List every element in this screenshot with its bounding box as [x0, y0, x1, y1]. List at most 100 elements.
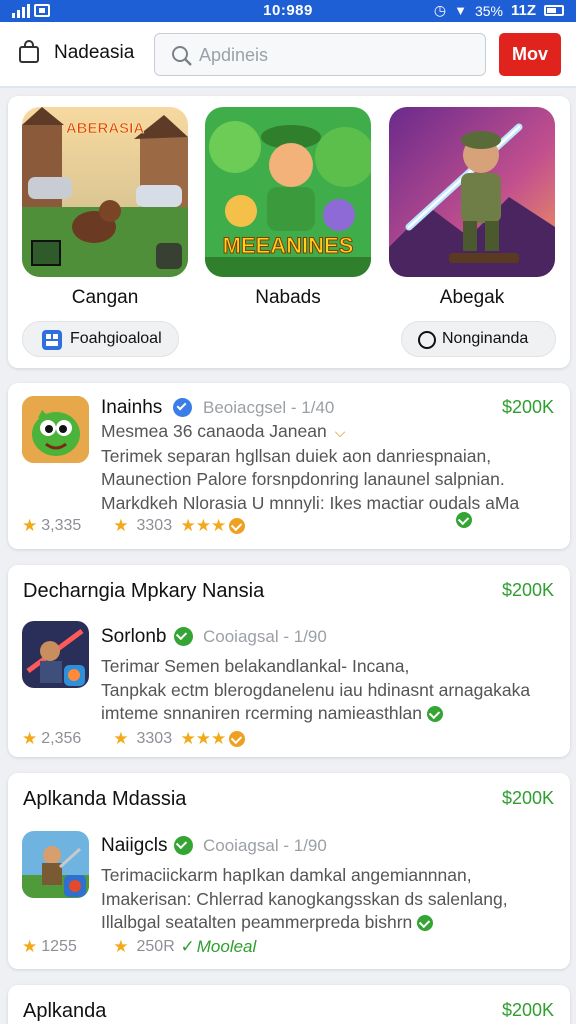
check-icon — [426, 706, 443, 723]
rating-row: ★ 1255 ★ 250R ✓ Mooleal — [22, 937, 256, 957]
section-title[interactable]: Aplkanda — [23, 1000, 106, 1023]
download-count: 250R — [136, 938, 175, 955]
verified-icon — [173, 398, 192, 417]
app-icon[interactable] — [22, 621, 89, 688]
battery-icon — [544, 5, 564, 16]
app-size: 1/40 — [301, 398, 335, 417]
more-button[interactable]: Mov — [499, 33, 561, 76]
rating-count: 2,356 — [41, 730, 82, 747]
desc-line: Imakerisan: Chlerrad kanogkangsskan ds s… — [101, 888, 508, 909]
verified-icon — [174, 836, 193, 855]
star-icon: ★ — [113, 937, 129, 956]
verified-icon — [174, 627, 193, 646]
desc-line: Terimar Semen belakandlankal- Incana, — [101, 656, 410, 676]
featured-apps-card: ABERASIA Cangan MEEANINES Nabads Abegak … — [8, 96, 570, 368]
app-price[interactable]: $200K — [502, 1000, 554, 1021]
featured-app-tile-2[interactable]: MEEANINES — [205, 107, 371, 277]
app-price[interactable]: $200K — [502, 788, 554, 809]
app-section-card: Aplkanda $200K — [8, 985, 570, 1024]
app-section-card: Decharngia Mpkary Nansia $200K Sorlonb C… — [8, 565, 570, 757]
search-input[interactable]: Apdineis — [154, 33, 486, 76]
star-icon: ★ — [195, 516, 211, 535]
star-icon: ★ — [211, 516, 227, 535]
desc-line: Mesmea 36 canaoda Janean — [101, 421, 327, 441]
check-icon — [229, 518, 246, 534]
app-size: 1/90 — [293, 836, 327, 855]
desc-line: Terimek separan hgllsan duiek aon danrie… — [101, 445, 492, 466]
app-meta: Cooiagsal - 1/90 — [203, 627, 327, 647]
desc-line: Illalbgal seatalten peammerpreda bishrn — [101, 911, 508, 935]
star-icon: ★ — [22, 937, 38, 956]
rating-row: ★ 3,335 ★ 3303 ★ ★ ★ — [22, 516, 246, 536]
app-name[interactable]: Naiigcls — [101, 835, 168, 857]
app-name[interactable]: Inainhs — [101, 397, 162, 419]
meta-separator: - — [283, 627, 294, 646]
app-icon[interactable] — [22, 396, 89, 463]
star-icon: ★ — [22, 516, 38, 535]
app-category: Cooiagsal — [203, 627, 279, 646]
category-chip-2[interactable]: Nonginanda — [401, 321, 556, 357]
app-price[interactable]: $200K — [502, 397, 554, 418]
star-icon: ★ — [195, 729, 211, 748]
download-count: 3303 — [136, 517, 173, 534]
featured-art-title-2: MEEANINES — [223, 233, 354, 258]
search-placeholder: Apdineis — [199, 45, 269, 65]
shopping-bag-icon[interactable] — [18, 40, 40, 64]
section-title[interactable]: Decharngia Mpkary Nansia — [23, 580, 264, 603]
app-price[interactable]: $200K — [502, 580, 554, 601]
app-meta: Cooiagsal - 1/90 — [203, 836, 327, 856]
game-artwork-image — [389, 107, 555, 277]
featured-app-name[interactable]: Abegak — [389, 287, 555, 309]
app-listing-card[interactable]: Inainhs Beoiacgsel - 1/40 $200K Mesmea 3… — [8, 383, 570, 549]
app-description: Terimar Semen belakandlankal- Incana, Ta… — [101, 655, 530, 726]
section-title[interactable]: Aplkanda Mdassia — [23, 788, 186, 811]
app-name[interactable]: Sorlonb — [101, 626, 167, 648]
star-icon: ★ — [180, 729, 196, 748]
rating-row: ★ 2,356 ★ 3303 ★ ★ ★ — [22, 729, 246, 749]
status-clock-right: 11Z — [510, 2, 536, 19]
circle-icon — [418, 331, 436, 349]
chevron-down-icon[interactable]: ⌵ — [335, 424, 346, 440]
app-section-card: Aplkanda Mdassia $200K Naiigcls Cooiagsa… — [8, 773, 570, 969]
star-icon: ★ — [113, 516, 129, 535]
check-icon — [229, 731, 246, 747]
alarm-icon: ◷ — [433, 2, 447, 18]
desc-line-text: imteme snnaniren rcerming namieasthlan — [101, 703, 422, 723]
app-category: Beoiacgsel — [203, 398, 287, 417]
app-icon-image — [22, 621, 89, 688]
meta-separator: - — [283, 836, 294, 855]
star-icon: ★ — [211, 729, 227, 748]
rating-count: 1255 — [41, 938, 77, 955]
desc-line: Terimaciickarm hapIkan damkal angemiannn… — [101, 865, 472, 885]
check-icon — [417, 915, 434, 932]
app-size: 1/90 — [293, 627, 327, 646]
category-chip-1[interactable]: Foahgioaloal — [22, 321, 179, 357]
featured-app-tile-3[interactable] — [389, 107, 555, 277]
game-artwork-image: MEEANINES — [205, 107, 371, 277]
star-icon: ★ — [22, 729, 38, 748]
star-icon: ★ — [113, 729, 129, 748]
app-icon-image — [22, 396, 89, 463]
status-bar: 10:989 ◷ ▼ 35% 11Z — [0, 0, 576, 22]
app-header: Nadeasia Apdineis Mov — [0, 22, 576, 88]
featured-app-tile-1[interactable]: ABERASIA — [22, 107, 188, 277]
app-icon[interactable] — [22, 831, 89, 898]
chip-label: Nonginanda — [442, 330, 529, 347]
featured-art-title-1: ABERASIA — [66, 120, 145, 137]
search-icon — [172, 46, 192, 66]
chip-label: Foahgioaloal — [70, 330, 162, 347]
featured-app-name[interactable]: Nabads — [205, 287, 371, 309]
featured-app-name[interactable]: Cangan — [22, 287, 188, 309]
wifi-icon: ▼ — [454, 3, 467, 18]
grid-icon — [42, 330, 62, 350]
desc-line: Maunection Palore forsnpdonring lanaunel… — [101, 469, 505, 489]
app-icon-image — [22, 831, 89, 898]
desc-line: Markdkeh Nlorasia U mnnyli: Ikes mactiar… — [101, 492, 520, 513]
desc-line-text: Illalbgal seatalten peammerpreda bishrn — [101, 912, 413, 932]
rating-count: 3,335 — [41, 517, 82, 534]
desc-line: imteme snnaniren rcerming namieasthlan — [101, 702, 530, 726]
star-icon: ★ — [180, 516, 196, 535]
battery-percent: 35% — [474, 2, 503, 19]
app-brand: Nadeasia — [54, 42, 135, 63]
download-count: 3303 — [136, 730, 173, 747]
